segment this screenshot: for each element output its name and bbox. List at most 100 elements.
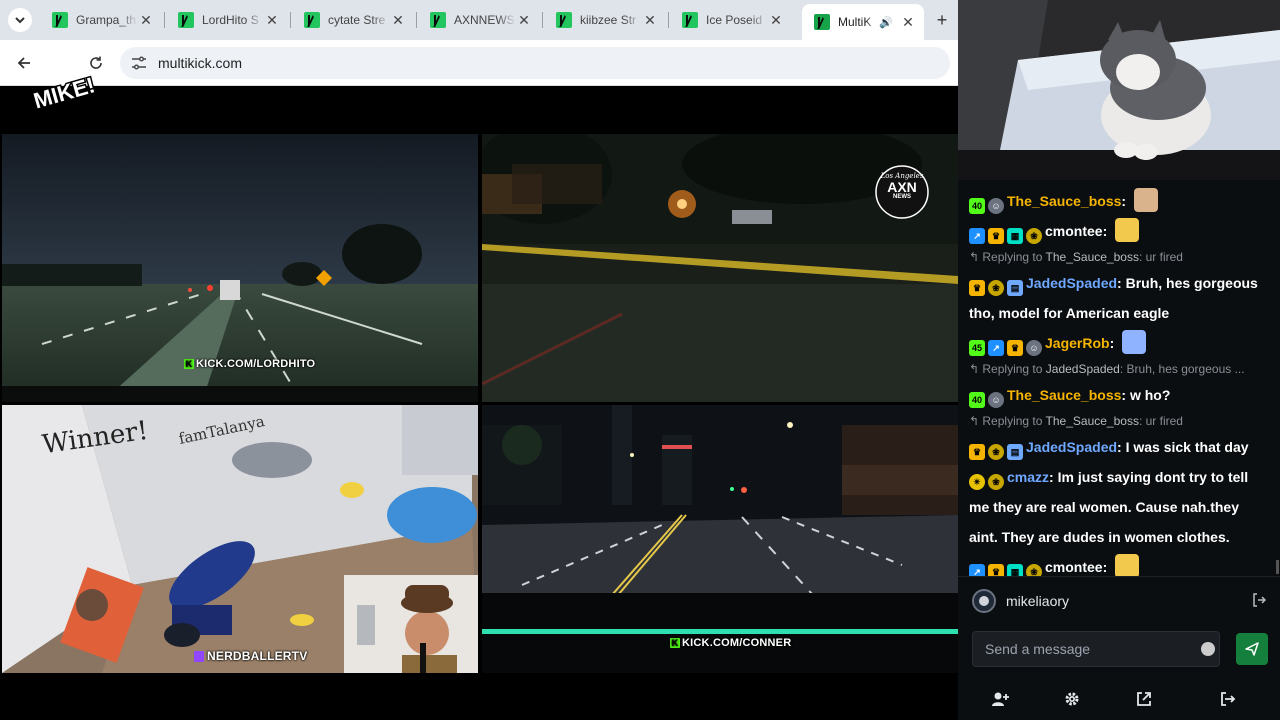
og-badge-icon: ↗ [988,340,1004,356]
avatar[interactable] [972,589,996,613]
reply-arrow-icon: ↰ [969,250,983,264]
chat-message[interactable]: 40 ☺ The_Sauce_boss: w ho? [969,380,1280,410]
mod-badge-icon: ☺ [988,198,1004,214]
chat-username[interactable]: cmontee [1045,559,1103,575]
tab-separator [542,12,543,28]
browser-window: Grampa_th ✕ LordHito S ✕ cytate Stre ✕ AXNNEWS… [0,0,958,720]
emote-icon[interactable] [1133,188,1158,212]
chat-feed: 40 ☺ The_Sauce_boss: ↗ ♛ ▦ ❀ cmontee: ↰ Replyi… [958,186,1280,580]
chat-message[interactable]: 40 ☺ The_Sauce_boss: [969,186,1280,216]
kick-logo-icon: K [670,638,680,648]
subscriber-badge-icon: 40 [969,392,985,408]
webcam-video [958,0,1280,180]
vip-badge-icon: ▦ [1007,228,1023,244]
chat-scrollbar[interactable] [1276,560,1279,574]
tab-strip: Grampa_th ✕ LordHito S ✕ cytate Stre ✕ AXNNEWS… [0,0,958,40]
current-username: mikeliaory [1006,593,1070,609]
username-separator: : [1049,469,1058,485]
chat-message[interactable]: ♛ ❀ ▤ JadedSpaded: Bruh, hes gorgeous tho, … [969,268,1280,328]
close-tab-icon[interactable]: ✕ [642,12,658,29]
tab-title: AXNNEWS [454,13,515,27]
sticker-text: MIKE! [31,72,98,113]
url-text: multikick.com [158,55,243,71]
reply-arrow-icon: ↰ [969,362,983,376]
kick-favicon-icon [304,12,320,28]
kick-logo-icon: K [184,359,194,369]
emoji-icon[interactable] [1201,642,1215,656]
username-separator: : [1117,439,1126,455]
close-tab-icon[interactable]: ✕ [390,12,406,29]
close-tab-icon[interactable]: ✕ [138,12,154,29]
og-badge-icon: ↗ [969,228,985,244]
stream-watermark: K KICK.COM/CONNER [670,637,792,649]
add-user-icon[interactable] [990,691,1010,711]
url-field[interactable]: multikick.com [120,47,950,79]
gift-badge-icon: ❀ [1026,228,1042,244]
webcam-overlay [958,0,1280,180]
stream-tile-conner[interactable]: K KICK.COM/CONNER [482,405,958,673]
kick-favicon-icon [430,12,446,28]
reply-context[interactable]: ↰ Replying to The_Sauce_boss: ur fired [969,410,1280,432]
chat-message[interactable]: ♛ ❀ ▤ JadedSpaded: I was sick that day [969,432,1280,462]
kick-favicon-icon [682,12,698,28]
chat-username[interactable]: The_Sauce_boss [1007,193,1121,209]
reply-arrow-icon: ↰ [969,414,983,428]
settings-gear-icon[interactable] [1062,691,1082,711]
emote-icon[interactable] [1115,218,1140,242]
sign-out-icon[interactable] [1252,593,1267,610]
leave-chat-icon[interactable] [1218,691,1238,711]
crown-badge-icon: ♛ [969,280,985,296]
side-panel: 40 ☺ The_Sauce_boss: ↗ ♛ ▦ ❀ cmontee: ↰ Replyi… [958,0,1280,720]
chat-username[interactable]: The_Sauce_boss [1007,387,1121,403]
chat-message-input[interactable] [972,631,1220,667]
popout-icon[interactable] [1134,691,1154,711]
browser-tab[interactable]: cytate Stre ✕ [292,4,414,36]
close-tab-icon[interactable]: ✕ [264,12,280,29]
stream-watermark: NERDBALLERTV [194,649,307,663]
chat-message[interactable]: ↗ ♛ ▦ ❀ cmontee: [969,216,1280,246]
chat-username[interactable]: cmazz [1007,469,1049,485]
browser-tab[interactable]: AXNNEWS ✕ [418,4,540,36]
browser-tab[interactable]: kiibzee Str ✕ [544,4,666,36]
chat-username[interactable]: JadedSpaded [1026,275,1117,291]
stream-tile-lordhito[interactable]: K KICK.COM/LORDHITO [2,134,478,402]
emote-icon[interactable] [1115,554,1140,578]
chat-username[interactable]: JadedSpaded [1026,439,1117,455]
close-tab-icon[interactable]: ✕ [516,12,532,29]
browser-tab[interactable]: MultiK 🔊 ✕ [802,4,924,40]
chat-message[interactable]: ✴ ❀ cmazz: Im just saying dont try to tell… [969,462,1280,552]
send-button[interactable] [1236,633,1268,665]
close-tab-icon[interactable]: ✕ [900,14,916,31]
reply-target: JadedSpaded [1045,362,1120,376]
subscriber-badge-icon: 40 [969,198,985,214]
crown-badge-icon: ♛ [988,228,1004,244]
emote-icon[interactable] [1122,330,1147,354]
moon-badge-icon: ✴ [969,474,985,490]
close-tab-icon[interactable]: ✕ [768,12,784,29]
stream-tile-axnnews[interactable]: Los Angeles AXN NEWS [482,134,958,402]
tab-separator [164,12,165,28]
reply-context[interactable]: ↰ Replying to The_Sauce_boss: ur fired [969,246,1280,268]
site-settings-icon[interactable] [130,54,148,72]
axn-logo: Los Angeles AXN NEWS [880,172,924,200]
browser-tab[interactable]: LordHito S ✕ [166,4,288,36]
current-user: mikeliaory [972,587,1069,615]
reply-text: ur fired [1145,414,1183,428]
stream-tile-nerdballer[interactable]: Winner! famTalanya NERDBALLERTV [2,405,478,673]
kick-favicon-icon [178,12,194,28]
reply-target: The_Sauce_boss [1045,414,1139,428]
chat-message[interactable]: 45 ↗ ♛ ☺ JagerRob: [969,328,1280,358]
chat-username[interactable]: JagerRob [1045,335,1110,351]
username-separator: : [1121,193,1130,209]
new-tab-button[interactable]: + [930,8,954,32]
tab-search-button[interactable] [8,8,32,32]
tab-separator [668,12,669,28]
browser-tab[interactable]: Grampa_th ✕ [40,4,162,36]
reply-context[interactable]: ↰ Replying to JadedSpaded: Bruh, hes gor… [969,358,1280,380]
chat-username[interactable]: cmontee [1045,223,1103,239]
crown-badge-icon: ♛ [969,444,985,460]
speaker-icon[interactable]: 🔊 [878,16,894,29]
browser-tab[interactable]: Ice Poseid ✕ [670,4,792,36]
chat-input-area: mikeliaory [958,576,1280,720]
gift-badge-icon: ❀ [988,280,1004,296]
